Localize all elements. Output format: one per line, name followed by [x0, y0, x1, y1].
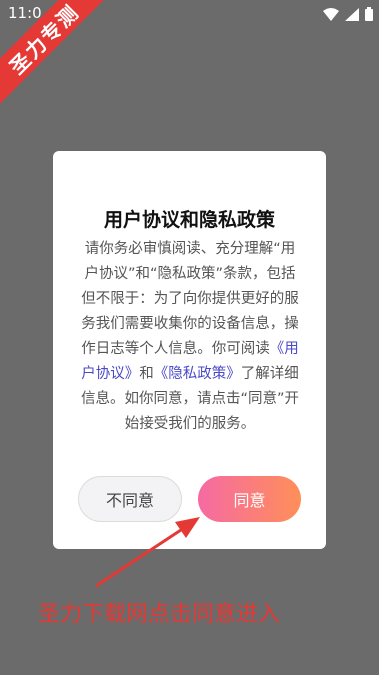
annotation-caption: 圣力下载网点击同意进入 — [38, 602, 281, 627]
annotation-arrow — [95, 517, 200, 588]
